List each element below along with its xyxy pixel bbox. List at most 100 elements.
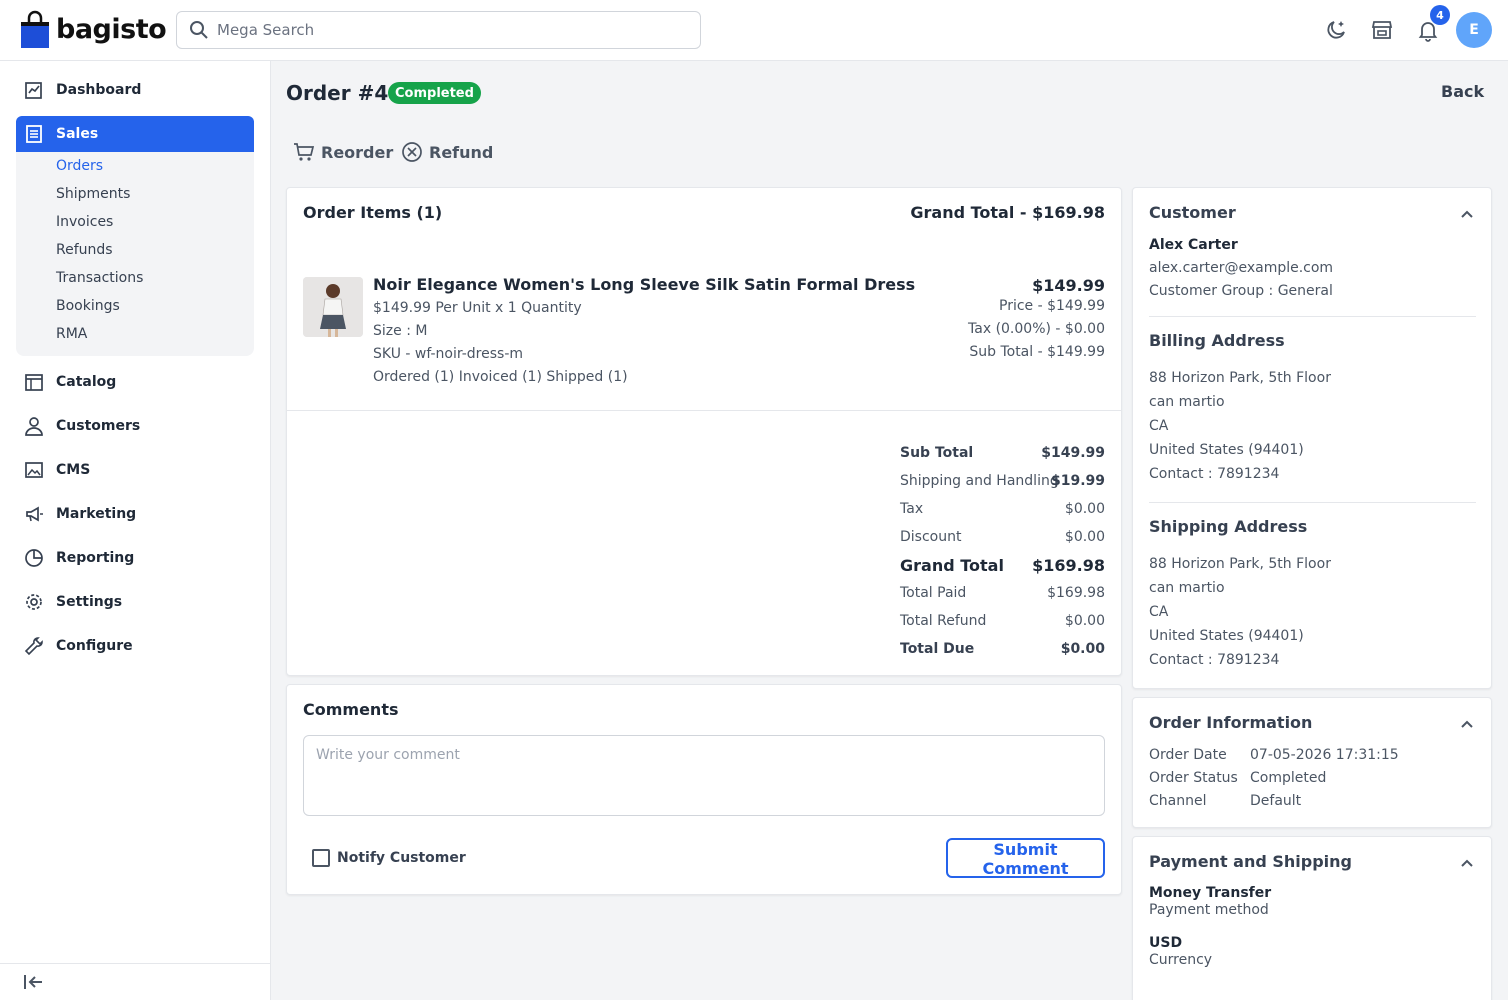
refund-button[interactable]: Refund bbox=[401, 141, 493, 163]
submenu-bookings[interactable]: Bookings bbox=[56, 298, 120, 314]
billing-address-title: Billing Address bbox=[1149, 331, 1285, 350]
sidebar-item-label: Catalog bbox=[56, 374, 117, 390]
chevron-up-icon[interactable] bbox=[1459, 855, 1475, 871]
shipping-address-line: Contact : 7891234 bbox=[1149, 652, 1280, 668]
order-info-label: Order Status bbox=[1149, 770, 1238, 786]
submenu-refunds[interactable]: Refunds bbox=[56, 242, 113, 258]
summary-label: Shipping and Handling bbox=[900, 473, 1059, 489]
order-info-value: Default bbox=[1250, 793, 1302, 809]
user-avatar[interactable]: E bbox=[1456, 12, 1492, 48]
payment-method-value: Money Transfer bbox=[1149, 885, 1272, 901]
payment-shipping-title: Payment and Shipping bbox=[1149, 852, 1353, 871]
megaphone-icon bbox=[23, 503, 45, 525]
submenu-rma[interactable]: RMA bbox=[56, 326, 87, 342]
sidebar-item-label: CMS bbox=[56, 462, 91, 478]
chevron-up-icon[interactable] bbox=[1459, 206, 1475, 222]
currency-caption: Currency bbox=[1149, 952, 1213, 968]
top-header: bagisto 4 E bbox=[0, 0, 1508, 61]
submenu-transactions[interactable]: Transactions bbox=[56, 270, 143, 286]
submenu-orders[interactable]: Orders bbox=[56, 158, 103, 174]
sidebar-item-cms[interactable]: CMS bbox=[16, 452, 254, 488]
wrench-icon bbox=[23, 635, 45, 657]
reorder-button[interactable]: Reorder bbox=[293, 141, 393, 163]
back-button[interactable]: Back bbox=[1441, 82, 1484, 101]
sidebar-item-catalog[interactable]: Catalog bbox=[16, 364, 254, 400]
sidebar-item-marketing[interactable]: Marketing bbox=[16, 496, 254, 532]
item-tax: Tax (0.00%) - $0.00 bbox=[968, 321, 1105, 337]
sidebar-item-settings[interactable]: Settings bbox=[16, 584, 254, 620]
sidebar-item-label: Dashboard bbox=[56, 82, 142, 98]
sidebar-item-reporting[interactable]: Reporting bbox=[16, 540, 254, 576]
storefront-icon[interactable] bbox=[1368, 16, 1396, 44]
sidebar-item-customers[interactable]: Customers bbox=[16, 408, 254, 444]
collapse-sidebar-button[interactable] bbox=[0, 963, 270, 1000]
dashboard-icon bbox=[23, 79, 45, 101]
shipping-address-line: CA bbox=[1149, 604, 1169, 620]
cms-image-icon bbox=[23, 459, 45, 481]
order-information-card: Order Information Order Date 07-05-2026 … bbox=[1132, 697, 1492, 828]
summary-label: Total Due bbox=[900, 641, 975, 657]
sales-submenu: Orders Shipments Invoices Refunds Transa… bbox=[16, 152, 254, 356]
order-info-label: Order Date bbox=[1149, 747, 1227, 763]
chevron-up-icon[interactable] bbox=[1459, 716, 1475, 732]
sidebar-item-label: Sales bbox=[56, 126, 99, 142]
notify-customer-checkbox[interactable] bbox=[312, 849, 330, 867]
product-sku: SKU - wf-noir-dress-m bbox=[373, 346, 524, 362]
product-thumbnail bbox=[303, 277, 363, 337]
product-size: Size : M bbox=[373, 323, 428, 339]
customer-email: alex.carter@example.com bbox=[1149, 260, 1334, 276]
summary-label: Total Refund bbox=[900, 613, 987, 629]
summary-label: Total Paid bbox=[900, 585, 967, 601]
notify-customer-label[interactable]: Notify Customer bbox=[337, 850, 466, 866]
customer-name: Alex Carter bbox=[1149, 237, 1238, 253]
customer-title: Customer bbox=[1149, 203, 1236, 222]
currency-value: USD bbox=[1149, 935, 1183, 951]
search-icon bbox=[190, 21, 208, 39]
grand-total-heading: Grand Total - $169.98 bbox=[910, 203, 1105, 222]
status-badge: Completed bbox=[388, 82, 481, 104]
order-items-card: Order Items (1) Grand Total - $169.98 No… bbox=[286, 187, 1122, 676]
catalog-icon bbox=[23, 371, 45, 393]
product-name[interactable]: Noir Elegance Women's Long Sleeve Silk S… bbox=[373, 275, 915, 294]
summary-label: Discount bbox=[900, 529, 962, 545]
shopping-bag-logo-icon bbox=[20, 10, 50, 48]
sidebar-item-configure[interactable]: Configure bbox=[16, 628, 254, 664]
sidebar-item-dashboard[interactable]: Dashboard bbox=[16, 72, 254, 108]
dark-mode-icon[interactable] bbox=[1322, 16, 1350, 44]
shipping-address-line: United States (94401) bbox=[1149, 628, 1304, 644]
summary-value: $0.00 bbox=[1064, 501, 1105, 517]
reorder-label: Reorder bbox=[321, 142, 394, 162]
submit-comment-button[interactable]: Submit Comment bbox=[946, 838, 1105, 878]
divider bbox=[1149, 316, 1476, 317]
summary-label: Tax bbox=[900, 501, 924, 517]
logo[interactable]: bagisto bbox=[20, 10, 167, 48]
submenu-shipments[interactable]: Shipments bbox=[56, 186, 130, 202]
comment-textarea[interactable] bbox=[303, 735, 1105, 816]
comments-title: Comments bbox=[303, 700, 399, 719]
submenu-invoices[interactable]: Invoices bbox=[56, 214, 113, 230]
order-information-title: Order Information bbox=[1149, 713, 1313, 732]
shipping-address-title: Shipping Address bbox=[1149, 517, 1308, 536]
customer-card: Customer Alex Carter alex.carter@example… bbox=[1132, 187, 1492, 689]
sidebar-item-label: Reporting bbox=[56, 550, 135, 566]
sidebar-item-label: Configure bbox=[56, 638, 133, 654]
summary-value: $149.99 bbox=[1041, 445, 1105, 461]
search-box[interactable] bbox=[176, 11, 701, 49]
shipping-address-line: 88 Horizon Park, 5th Floor bbox=[1149, 556, 1331, 572]
item-total: $149.99 bbox=[1032, 276, 1105, 295]
product-unit-line: $149.99 Per Unit x 1 Quantity bbox=[373, 300, 582, 316]
summary-value: $169.98 bbox=[1032, 556, 1105, 575]
shipping-address-line: can martio bbox=[1149, 580, 1225, 596]
billing-address-line: 88 Horizon Park, 5th Floor bbox=[1149, 370, 1331, 386]
sidebar-item-sales[interactable]: Sales bbox=[16, 116, 254, 152]
cancel-circle-icon bbox=[402, 142, 422, 162]
search-input[interactable] bbox=[217, 21, 697, 39]
customer-group: Customer Group : General bbox=[1149, 283, 1333, 299]
order-info-value: 07-05-2026 17:31:15 bbox=[1250, 747, 1399, 763]
page-title: Order #4 bbox=[286, 81, 389, 105]
logo-text: bagisto bbox=[56, 13, 167, 45]
refund-label: Refund bbox=[429, 142, 494, 162]
order-info-label: Channel bbox=[1149, 793, 1207, 809]
summary-value: $0.00 bbox=[1064, 613, 1105, 629]
sales-receipt-icon bbox=[23, 123, 45, 145]
